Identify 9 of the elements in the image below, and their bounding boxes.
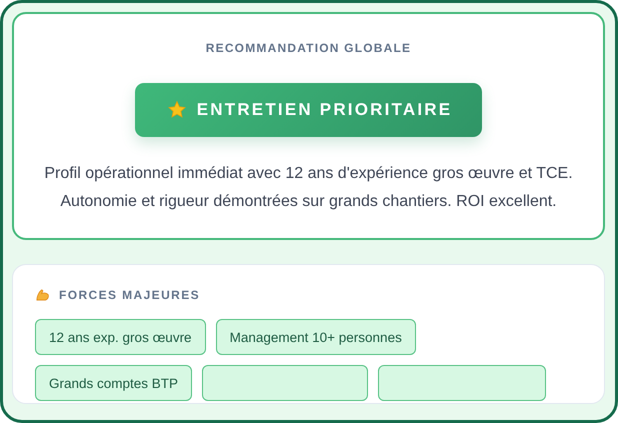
summary-text: Profil opérationnel immédiat avec 12 ans d'expérience gros œuvre et TCE. Autonomie et rigueur démontrées sur grands chantiers. ROI excellent. (43, 164, 574, 212)
star-icon (166, 100, 187, 120)
section-heading: RECOMMANDATION GLOBALE (206, 41, 412, 55)
strength-tag: Management 10+ personnes (216, 319, 416, 355)
strength-tag: 12 ans exp. gros œuvre (35, 319, 206, 355)
strength-tag: Grands comptes BTP (35, 365, 192, 401)
section-heading: FORCES MAJEURES (59, 288, 200, 302)
flexed-arm-icon (35, 287, 50, 302)
verdict-text: ENTRETIEN PRIORITAIRE (196, 100, 452, 120)
